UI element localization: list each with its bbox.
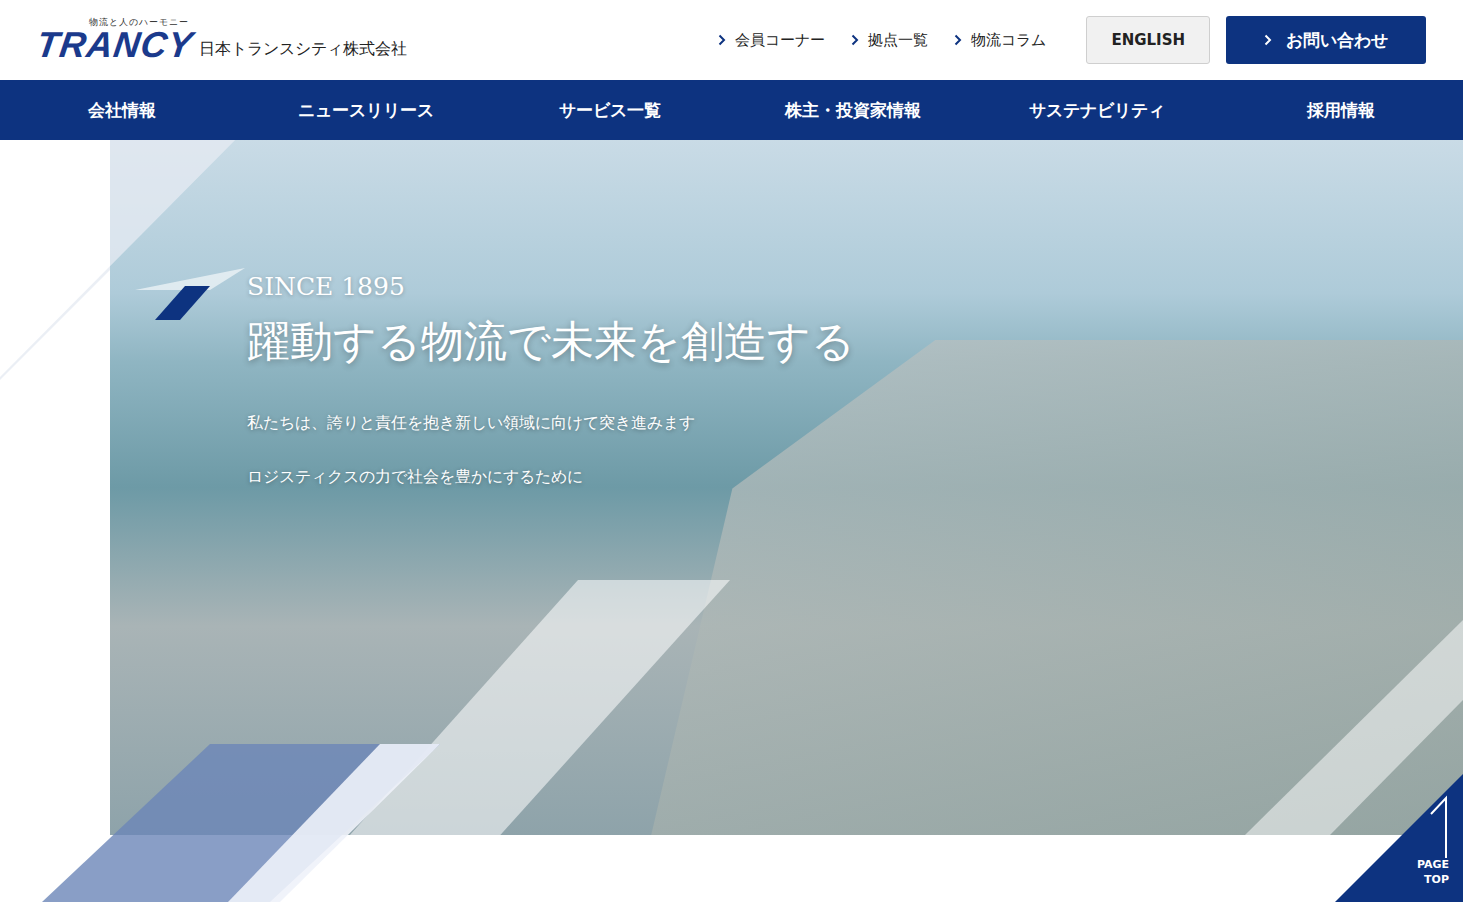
main-nav: 会社情報ニュースリリースサービス一覧株主・投資家情報サステナビリティ採用情報 [0, 80, 1463, 140]
nav-item[interactable]: 株主・投資家情報 [731, 99, 975, 122]
site-header: 物流と人のハーモニー TRANCY 日本トランスシティ株式会社 会員コーナー 拠… [0, 0, 1463, 80]
hero-text: SINCE 1895 躍動する物流で未来を創造する 私たちは、誇りと責任を抱き新… [110, 140, 1463, 488]
logo-mark: 物流と人のハーモニー TRANCY [37, 18, 193, 63]
decorative-shapes [0, 140, 1463, 902]
hero-photo: SINCE 1895 躍動する物流で未来を創造する 私たちは、誇りと責任を抱き新… [110, 140, 1463, 835]
page-top-button[interactable]: PAGETOP [1335, 774, 1463, 902]
nav-item[interactable]: 採用情報 [1219, 99, 1463, 122]
nav-item[interactable]: サステナビリティ [975, 99, 1219, 122]
hero: SINCE 1895 躍動する物流で未来を創造する 私たちは、誇りと責任を抱き新… [0, 140, 1463, 902]
chevron-icon [1264, 34, 1272, 46]
header-actions: 会員コーナー 拠点一覧 物流コラム ENGLISH お問い合わせ [718, 16, 1426, 64]
page-top-label: PAGETOP [1417, 858, 1449, 888]
utility-link[interactable]: 会員コーナー [718, 31, 825, 50]
hero-title: 躍動する物流で未来を創造する [247, 316, 1463, 368]
logo-wordmark: TRANCY [34, 27, 195, 63]
chevron-icon [851, 34, 859, 46]
nav-item[interactable]: サービス一覧 [488, 99, 732, 122]
hero-since: SINCE 1895 [247, 272, 1463, 302]
logo[interactable]: 物流と人のハーモニー TRANCY 日本トランスシティ株式会社 [37, 18, 407, 63]
utility-link[interactable]: 物流コラム [954, 31, 1046, 50]
utility-link[interactable]: 拠点一覧 [851, 31, 928, 50]
chevron-icon [954, 34, 962, 46]
page: 物流と人のハーモニー TRANCY 日本トランスシティ株式会社 会員コーナー 拠… [0, 0, 1463, 902]
english-button[interactable]: ENGLISH [1086, 16, 1210, 64]
company-name: 日本トランスシティ株式会社 [199, 39, 407, 63]
logo-tagline: 物流と人のハーモニー [89, 18, 189, 27]
nav-item[interactable]: ニュースリリース [244, 99, 488, 122]
hero-line: ロジスティクスの力で社会を豊かにするために [247, 466, 1463, 488]
contact-button[interactable]: お問い合わせ [1226, 16, 1426, 64]
chevron-icon [718, 34, 726, 46]
hero-line: 私たちは、誇りと責任を抱き新しい領域に向けて突き進みます [247, 412, 1463, 434]
nav-item[interactable]: 会社情報 [0, 99, 244, 122]
